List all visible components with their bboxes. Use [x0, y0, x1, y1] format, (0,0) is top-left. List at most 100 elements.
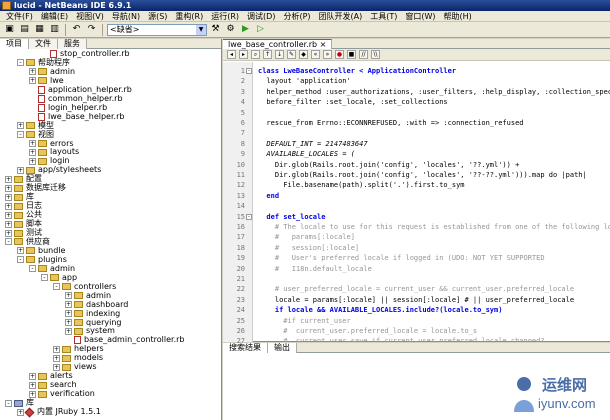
- expand-icon[interactable]: +: [5, 202, 12, 210]
- expand-icon[interactable]: +: [29, 68, 36, 76]
- tab-left-2[interactable]: 服务: [58, 39, 87, 49]
- expand-icon[interactable]: +: [65, 319, 72, 326]
- fold-icon[interactable]: -: [246, 68, 252, 74]
- menu-item[interactable]: 视图(V): [72, 11, 108, 22]
- folder-icon: [74, 301, 83, 309]
- expand-icon[interactable]: +: [5, 229, 12, 237]
- menu-item[interactable]: 文件(F): [2, 11, 37, 22]
- tab-left-0[interactable]: 项目: [0, 39, 29, 49]
- expand-icon[interactable]: +: [17, 408, 24, 416]
- folder-icon: [14, 229, 23, 237]
- expand-icon[interactable]: +: [17, 247, 24, 255]
- back-icon[interactable]: ◂: [227, 50, 236, 59]
- expand-icon[interactable]: +: [5, 193, 12, 201]
- save-all-icon[interactable]: ▥: [48, 23, 61, 36]
- menu-item[interactable]: 源(S): [144, 11, 171, 22]
- menu-item[interactable]: 导航(N): [108, 11, 144, 22]
- collapse-icon[interactable]: -: [5, 399, 12, 407]
- find-icon[interactable]: ⌕: [251, 50, 260, 59]
- menu-item[interactable]: 重构(R): [171, 11, 207, 22]
- redo-icon[interactable]: ↷: [85, 23, 98, 36]
- start-macro-icon[interactable]: ●: [335, 50, 344, 59]
- file-icon: [50, 50, 57, 58]
- menu-item[interactable]: 工具(T): [366, 11, 401, 22]
- folder-icon: [26, 59, 35, 67]
- toggle-bookmark-icon[interactable]: ◆: [299, 50, 308, 59]
- collapse-icon[interactable]: -: [17, 131, 24, 139]
- menu-item[interactable]: 团队开发(A): [315, 11, 367, 22]
- new-project-icon[interactable]: ▣: [3, 23, 16, 36]
- expand-icon[interactable]: +: [53, 345, 60, 353]
- comment-icon[interactable]: //: [359, 50, 368, 59]
- configuration-select[interactable]: <缺省> ▼: [107, 23, 207, 36]
- collapse-icon[interactable]: -: [17, 256, 24, 264]
- new-file-icon[interactable]: ▤: [18, 23, 31, 36]
- close-icon[interactable]: ×: [320, 40, 327, 49]
- line-number: 19: [236, 254, 245, 263]
- expand-icon[interactable]: +: [65, 327, 72, 335]
- menu-item[interactable]: 调试(D): [243, 11, 279, 22]
- editor-pane: lwe_base_controller.rb × ◂ ▸ ⌕ ↑ ↓ ✎ ◆ «…: [223, 39, 610, 345]
- expand-icon[interactable]: +: [65, 292, 72, 300]
- file-icon: [38, 103, 45, 112]
- build-icon[interactable]: ⚒: [209, 23, 222, 36]
- find-previous-icon[interactable]: ↑: [263, 50, 272, 59]
- code-area[interactable]: class LweBaseController < ApplicationCon…: [254, 62, 610, 342]
- folder-icon: [38, 148, 47, 156]
- menu-item[interactable]: 编辑(E): [37, 11, 72, 22]
- expand-icon[interactable]: +: [29, 390, 36, 398]
- expand-icon[interactable]: +: [29, 140, 36, 147]
- menu-item[interactable]: 帮助(H): [440, 11, 476, 22]
- clean-build-icon[interactable]: ⚙: [224, 23, 237, 36]
- expand-icon[interactable]: +: [29, 157, 36, 165]
- tab-left-1[interactable]: 文件: [29, 39, 58, 49]
- collapse-icon[interactable]: -: [53, 283, 60, 291]
- run-icon[interactable]: ▶: [239, 23, 252, 36]
- expand-icon[interactable]: +: [5, 211, 12, 219]
- uncomment-icon[interactable]: \\: [371, 50, 380, 59]
- expand-icon[interactable]: +: [5, 220, 12, 228]
- find-next-icon[interactable]: ↓: [275, 50, 284, 59]
- line-number: 26: [236, 327, 245, 335]
- expand-icon[interactable]: +: [29, 77, 36, 85]
- expand-icon[interactable]: +: [17, 122, 24, 130]
- expand-icon[interactable]: +: [29, 372, 36, 380]
- expand-icon[interactable]: +: [29, 148, 36, 156]
- folder-icon: [74, 292, 83, 300]
- menu-item[interactable]: 运行(R): [207, 11, 243, 22]
- undo-icon[interactable]: ↶: [70, 23, 83, 36]
- collapse-icon[interactable]: -: [29, 265, 36, 273]
- fold-icon[interactable]: -: [246, 213, 252, 220]
- expand-icon[interactable]: +: [65, 301, 72, 309]
- line-number: 15: [236, 212, 245, 221]
- stop-macro-icon[interactable]: ■: [347, 50, 356, 59]
- tree-item[interactable]: + verification: [29, 389, 95, 399]
- expand-icon[interactable]: +: [53, 363, 60, 371]
- collapse-icon[interactable]: -: [41, 274, 48, 282]
- tab-bottom-0[interactable]: 搜索结果: [223, 343, 268, 353]
- file-icon: [38, 94, 45, 103]
- line-number: 10: [236, 160, 245, 169]
- highlight-icon[interactable]: ✎: [287, 50, 296, 59]
- menu-item[interactable]: 分析(P): [279, 11, 314, 22]
- debug-icon[interactable]: ▷: [254, 23, 267, 36]
- expand-icon[interactable]: +: [17, 166, 24, 174]
- tree-item[interactable]: + 内置 JRuby 1.5.1: [17, 407, 101, 417]
- expand-icon[interactable]: +: [29, 381, 36, 389]
- tree-item-label: lwe_base_helper.rb: [48, 111, 125, 121]
- tab-bottom-1[interactable]: 输出: [268, 343, 297, 353]
- expand-icon[interactable]: +: [65, 310, 72, 318]
- shift-left-icon[interactable]: «: [311, 50, 320, 59]
- collapse-icon[interactable]: -: [17, 59, 24, 67]
- open-project-icon[interactable]: ▦: [33, 23, 46, 36]
- folder-icon: [74, 319, 83, 326]
- expand-icon[interactable]: +: [53, 354, 60, 362]
- expand-icon[interactable]: +: [5, 175, 12, 183]
- shift-right-icon[interactable]: »: [323, 50, 332, 59]
- forward-icon[interactable]: ▸: [239, 50, 248, 59]
- chevron-down-icon[interactable]: ▼: [196, 24, 206, 35]
- expand-icon[interactable]: +: [5, 184, 12, 192]
- menu-item[interactable]: 窗口(W): [401, 11, 439, 22]
- collapse-icon[interactable]: -: [5, 238, 12, 246]
- tab-lwe-base-controller[interactable]: lwe_base_controller.rb ×: [223, 39, 333, 49]
